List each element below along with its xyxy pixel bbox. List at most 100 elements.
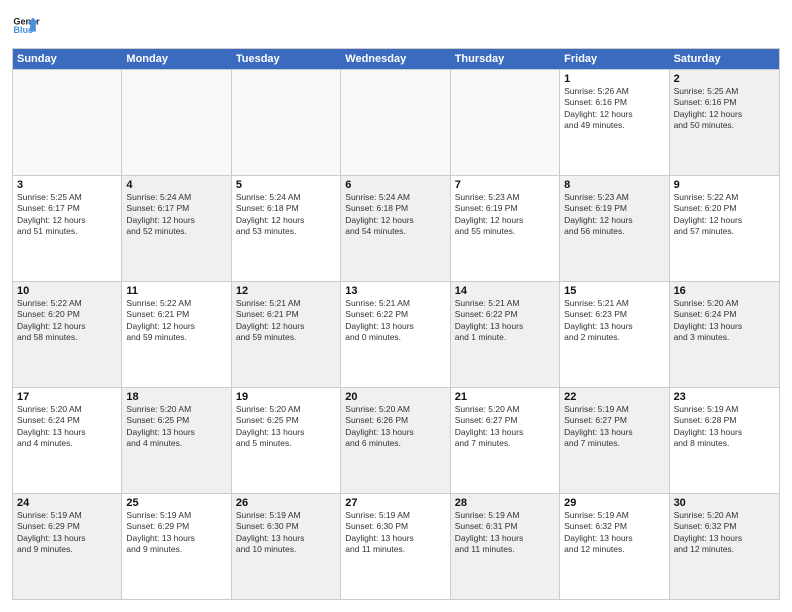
day-number: 27 (345, 497, 445, 509)
calendar-cell-3-0: 17Sunrise: 5:20 AM Sunset: 6:24 PM Dayli… (13, 388, 122, 493)
cell-info: Sunrise: 5:19 AM Sunset: 6:27 PM Dayligh… (564, 404, 664, 450)
cell-info: Sunrise: 5:21 AM Sunset: 6:21 PM Dayligh… (236, 298, 336, 344)
calendar-cell-4-0: 24Sunrise: 5:19 AM Sunset: 6:29 PM Dayli… (13, 494, 122, 599)
day-number: 28 (455, 497, 555, 509)
cell-info: Sunrise: 5:23 AM Sunset: 6:19 PM Dayligh… (455, 192, 555, 238)
calendar-cell-0-3 (341, 70, 450, 175)
logo: General Blue (12, 12, 40, 40)
calendar-cell-4-1: 25Sunrise: 5:19 AM Sunset: 6:29 PM Dayli… (122, 494, 231, 599)
cell-info: Sunrise: 5:25 AM Sunset: 6:16 PM Dayligh… (674, 86, 775, 132)
day-number: 15 (564, 285, 664, 297)
calendar-cell-3-1: 18Sunrise: 5:20 AM Sunset: 6:25 PM Dayli… (122, 388, 231, 493)
calendar-cell-1-2: 5Sunrise: 5:24 AM Sunset: 6:18 PM Daylig… (232, 176, 341, 281)
calendar-cell-0-4 (451, 70, 560, 175)
calendar-cell-0-0 (13, 70, 122, 175)
day-number: 10 (17, 285, 117, 297)
logo-icon: General Blue (12, 12, 40, 40)
header: General Blue (12, 12, 780, 40)
calendar-cell-3-5: 22Sunrise: 5:19 AM Sunset: 6:27 PM Dayli… (560, 388, 669, 493)
day-number: 30 (674, 497, 775, 509)
calendar-cell-4-4: 28Sunrise: 5:19 AM Sunset: 6:31 PM Dayli… (451, 494, 560, 599)
day-number: 7 (455, 179, 555, 191)
day-number: 26 (236, 497, 336, 509)
cell-info: Sunrise: 5:23 AM Sunset: 6:19 PM Dayligh… (564, 192, 664, 238)
calendar-cell-3-4: 21Sunrise: 5:20 AM Sunset: 6:27 PM Dayli… (451, 388, 560, 493)
day-number: 6 (345, 179, 445, 191)
header-day-monday: Monday (122, 49, 231, 69)
svg-text:Blue: Blue (13, 25, 33, 35)
cell-info: Sunrise: 5:19 AM Sunset: 6:30 PM Dayligh… (236, 510, 336, 556)
day-number: 29 (564, 497, 664, 509)
cell-info: Sunrise: 5:20 AM Sunset: 6:27 PM Dayligh… (455, 404, 555, 450)
day-number: 11 (126, 285, 226, 297)
cell-info: Sunrise: 5:21 AM Sunset: 6:23 PM Dayligh… (564, 298, 664, 344)
day-number: 16 (674, 285, 775, 297)
calendar-row-4: 24 Sunrise: 5:19 AM Sunset: 6:29 PM Dayli… (13, 493, 779, 599)
calendar-body: 1Sunrise: 5:26 AM Sunset: 6:16 PM Daylig… (13, 69, 779, 599)
calendar-cell-3-2: 19Sunrise: 5:20 AM Sunset: 6:25 PM Dayli… (232, 388, 341, 493)
day-number: 22 (564, 391, 664, 403)
calendar-row-2: 10Sunrise: 5:22 AM Sunset: 6:20 PM Dayli… (13, 281, 779, 387)
cell-info: Sunrise: 5:22 AM Sunset: 6:21 PM Dayligh… (126, 298, 226, 344)
cell-info: Sunrise: 5:19 AM Sunset: 6:31 PM Dayligh… (455, 510, 555, 556)
calendar-cell-2-0: 10Sunrise: 5:22 AM Sunset: 6:20 PM Dayli… (13, 282, 122, 387)
calendar-cell-4-3: 27Sunrise: 5:19 AM Sunset: 6:30 PM Dayli… (341, 494, 450, 599)
calendar: SundayMondayTuesdayWednesdayThursdayFrid… (12, 48, 780, 600)
day-number: 18 (126, 391, 226, 403)
calendar-cell-1-3: 6Sunrise: 5:24 AM Sunset: 6:18 PM Daylig… (341, 176, 450, 281)
day-number: 12 (236, 285, 336, 297)
calendar-cell-2-2: 12Sunrise: 5:21 AM Sunset: 6:21 PM Dayli… (232, 282, 341, 387)
calendar-cell-2-5: 15Sunrise: 5:21 AM Sunset: 6:23 PM Dayli… (560, 282, 669, 387)
cell-info: Sunrise: 5:24 AM Sunset: 6:17 PM Dayligh… (126, 192, 226, 238)
calendar-row-1: 3Sunrise: 5:25 AM Sunset: 6:17 PM Daylig… (13, 175, 779, 281)
page: General Blue SundayMondayTuesdayWednesda… (0, 0, 792, 612)
cell-info: Sunrise: 5:20 AM Sunset: 6:32 PM Dayligh… (674, 510, 775, 556)
cell-info: Sunrise: 5:24 AM Sunset: 6:18 PM Dayligh… (236, 192, 336, 238)
day-number: 21 (455, 391, 555, 403)
cell-info: Sunrise: 5:20 AM Sunset: 6:26 PM Dayligh… (345, 404, 445, 450)
day-number: 17 (17, 391, 117, 403)
calendar-cell-0-6: 2Sunrise: 5:25 AM Sunset: 6:16 PM Daylig… (670, 70, 779, 175)
calendar-cell-2-1: 11Sunrise: 5:22 AM Sunset: 6:21 PM Dayli… (122, 282, 231, 387)
header-day-wednesday: Wednesday (341, 49, 450, 69)
cell-info: Sunrise: 5:20 AM Sunset: 6:25 PM Dayligh… (236, 404, 336, 450)
day-number: 25 (126, 497, 226, 509)
day-number: 13 (345, 285, 445, 297)
day-number: 5 (236, 179, 336, 191)
cell-info: Sunrise: 5:19 AM Sunset: 6:28 PM Dayligh… (674, 404, 775, 450)
calendar-row-3: 17Sunrise: 5:20 AM Sunset: 6:24 PM Dayli… (13, 387, 779, 493)
calendar-cell-2-3: 13Sunrise: 5:21 AM Sunset: 6:22 PM Dayli… (341, 282, 450, 387)
calendar-cell-4-5: 29Sunrise: 5:19 AM Sunset: 6:32 PM Dayli… (560, 494, 669, 599)
calendar-cell-0-1 (122, 70, 231, 175)
calendar-cell-4-6: 30Sunrise: 5:20 AM Sunset: 6:32 PM Dayli… (670, 494, 779, 599)
day-number: 4 (126, 179, 226, 191)
day-number: 2 (674, 73, 775, 85)
day-number: 23 (674, 391, 775, 403)
day-number: 24 (17, 497, 117, 509)
header-day-friday: Friday (560, 49, 669, 69)
header-day-saturday: Saturday (670, 49, 779, 69)
calendar-cell-1-6: 9Sunrise: 5:22 AM Sunset: 6:20 PM Daylig… (670, 176, 779, 281)
calendar-cell-4-2: 26Sunrise: 5:19 AM Sunset: 6:30 PM Dayli… (232, 494, 341, 599)
day-number: 20 (345, 391, 445, 403)
cell-info: Sunrise: 5:21 AM Sunset: 6:22 PM Dayligh… (455, 298, 555, 344)
header-day-tuesday: Tuesday (232, 49, 341, 69)
calendar-cell-1-4: 7Sunrise: 5:23 AM Sunset: 6:19 PM Daylig… (451, 176, 560, 281)
calendar-cell-3-6: 23Sunrise: 5:19 AM Sunset: 6:28 PM Dayli… (670, 388, 779, 493)
day-number: 8 (564, 179, 664, 191)
cell-info: Sunrise: 5:19 AM Sunset: 6:32 PM Dayligh… (564, 510, 664, 556)
cell-info: Sunrise: 5:22 AM Sunset: 6:20 PM Dayligh… (17, 298, 117, 344)
cell-info: Sunrise: 5:19 AM Sunset: 6:30 PM Dayligh… (345, 510, 445, 556)
day-number: 14 (455, 285, 555, 297)
cell-info: Sunrise: 5:24 AM Sunset: 6:18 PM Dayligh… (345, 192, 445, 238)
calendar-row-0: 1Sunrise: 5:26 AM Sunset: 6:16 PM Daylig… (13, 69, 779, 175)
cell-info: Sunrise: 5:26 AM Sunset: 6:16 PM Dayligh… (564, 86, 664, 132)
cell-info: Sunrise: 5:19 AM Sunset: 6:29 PM Dayligh… (126, 510, 226, 556)
cell-info: Sunrise: 5:25 AM Sunset: 6:17 PM Dayligh… (17, 192, 117, 238)
calendar-cell-0-5: 1Sunrise: 5:26 AM Sunset: 6:16 PM Daylig… (560, 70, 669, 175)
day-number: 19 (236, 391, 336, 403)
calendar-cell-1-0: 3Sunrise: 5:25 AM Sunset: 6:17 PM Daylig… (13, 176, 122, 281)
calendar-cell-2-6: 16Sunrise: 5:20 AM Sunset: 6:24 PM Dayli… (670, 282, 779, 387)
cell-info: Sunrise: 5:22 AM Sunset: 6:20 PM Dayligh… (674, 192, 775, 238)
calendar-cell-3-3: 20Sunrise: 5:20 AM Sunset: 6:26 PM Dayli… (341, 388, 450, 493)
